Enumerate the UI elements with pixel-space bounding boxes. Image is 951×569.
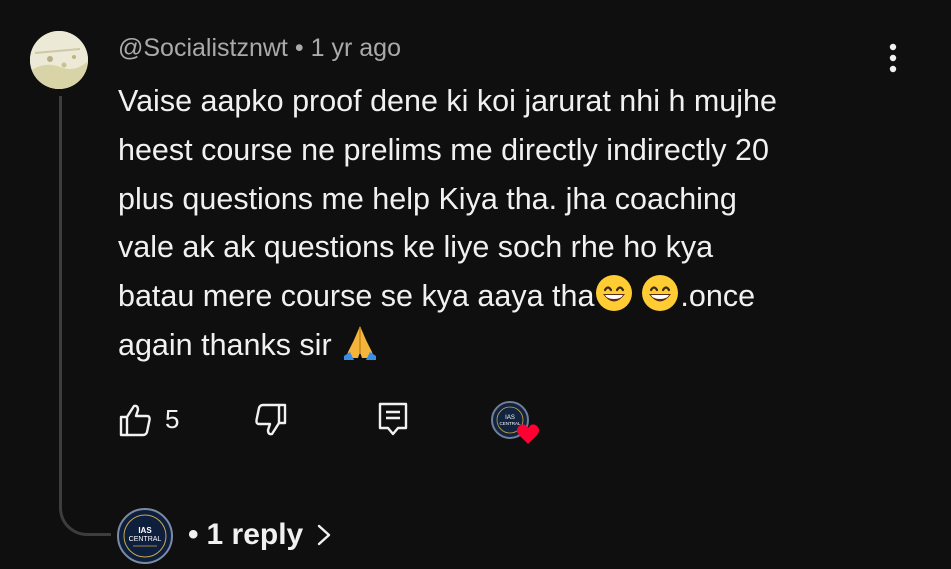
comment-line: batau mere course se kya aaya tha .once xyxy=(118,272,898,321)
comment-time[interactable]: 1 yr ago xyxy=(311,34,401,62)
thumb-down-icon[interactable] xyxy=(253,402,289,438)
channel-avatar-text: IAS xyxy=(138,526,152,535)
more-vertical-icon xyxy=(889,43,897,73)
more-options-button[interactable] xyxy=(880,42,906,76)
comment-line-suffix: .once xyxy=(680,279,756,314)
channel-avatar[interactable]: IAS CENTRAL xyxy=(117,508,173,564)
meta-separator: • xyxy=(294,34,304,62)
grinning-face-emoji-icon xyxy=(596,275,633,312)
replies-label: 1 reply xyxy=(206,518,304,551)
svg-text:CENTRAL: CENTRAL xyxy=(129,536,162,543)
comment-line: vale ak ak questions ke liye soch rhe ho… xyxy=(118,230,714,265)
creator-heart-badge: IAS CENTRAL xyxy=(491,401,539,444)
like-count: 5 xyxy=(165,404,180,434)
comment-line: Vaise aapko proof dene ki koi jarurat nh… xyxy=(118,84,777,118)
comment-line: heest course ne prelims me directly indi… xyxy=(118,132,769,167)
comment-line: again thanks sir xyxy=(118,321,898,370)
author-handle[interactable]: @Socialistznwt xyxy=(118,34,288,62)
comment-line: plus questions me help Kiya tha. jha coa… xyxy=(118,181,737,216)
folded-hands-emoji-icon xyxy=(344,325,377,360)
view-replies-button[interactable]: • 1 reply xyxy=(188,518,333,552)
thread-connector xyxy=(59,96,111,536)
heart-icon xyxy=(517,424,539,444)
thumb-up-icon[interactable] xyxy=(117,402,153,438)
avatar-image xyxy=(30,31,88,89)
replies-bullet: • xyxy=(188,518,199,551)
comment-line-text: again thanks sir xyxy=(118,327,341,362)
comment-line-text: batau mere course se kya aaya tha xyxy=(118,279,595,314)
chevron-right-icon xyxy=(318,524,331,546)
comment-text: Vaise aapko proof dene ki koi jarurat nh… xyxy=(118,77,898,370)
svg-text:CENTRAL: CENTRAL xyxy=(499,421,521,426)
grinning-face-emoji-icon xyxy=(642,275,679,312)
user-avatar[interactable] xyxy=(30,31,88,89)
comment-meta: @Socialistznwt • 1 yr ago xyxy=(118,34,401,63)
reply-comment-icon[interactable] xyxy=(376,401,410,437)
